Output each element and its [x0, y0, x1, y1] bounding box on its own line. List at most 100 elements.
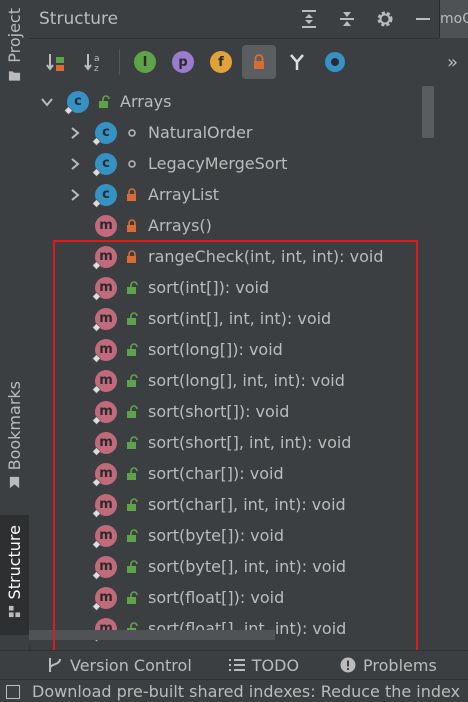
chevron-right-icon[interactable] [67, 125, 83, 141]
editor-tab-text: moO [440, 11, 468, 27]
show-anonymous-button[interactable] [318, 45, 352, 79]
method-icon: m [92, 431, 117, 456]
show-non-public-button[interactable] [242, 45, 276, 79]
tree-node-label: LegacyMergeSort [148, 154, 288, 173]
tree-row[interactable]: c LegacyMergeSort [67, 148, 287, 179]
show-lambdas-button[interactable] [280, 45, 314, 79]
tree-row[interactable]: m Arrays() [67, 210, 212, 241]
status-square-icon[interactable] [6, 684, 20, 699]
collapse-all-button[interactable] [331, 3, 363, 35]
tree-row[interactable]: m sort(char[]): void [67, 458, 284, 489]
method-icon: m [92, 400, 117, 425]
toolbar-separator [119, 49, 120, 75]
tree-root-row[interactable]: c Arrays [39, 86, 171, 117]
static-marker-icon [92, 539, 101, 549]
chevron-down-icon[interactable] [39, 94, 55, 110]
static-marker-icon [92, 446, 101, 456]
tree-row[interactable]: m rangeCheck(int, int, int): void [67, 241, 383, 272]
version-control-tab[interactable]: Version Control [46, 656, 192, 675]
tree-row[interactable]: m sort(char[], int, int): void [67, 489, 346, 520]
tree-node-label: sort(int[], int, int): void [148, 309, 332, 328]
expand-all-button[interactable] [293, 3, 325, 35]
structure-tab-label: Structure [5, 525, 24, 600]
static-marker-icon [92, 601, 101, 611]
settings-button[interactable] [369, 3, 401, 35]
tree-row[interactable]: m sort(float[]): void [67, 582, 284, 613]
todo-tab[interactable]: TODO [228, 656, 299, 675]
class-icon: c [92, 183, 117, 208]
tree-row[interactable]: c ArrayList [67, 179, 219, 210]
public-unlock-icon [125, 466, 139, 482]
todo-label: TODO [251, 655, 300, 675]
svg-text:a: a [94, 54, 100, 64]
tree-row[interactable]: m sort(long[]): void [67, 334, 283, 365]
tree-row[interactable]: m sort(byte[], int, int): void [67, 551, 346, 582]
info-circle-icon [339, 656, 357, 674]
tree-node-label: sort(char[]): void [148, 464, 284, 483]
static-marker-icon [92, 322, 101, 332]
tree-row[interactable]: m sort(int[], int, int): void [67, 303, 331, 334]
tree-row[interactable]: m sort(long[], int, int): void [67, 365, 345, 396]
static-marker-icon [92, 198, 101, 208]
package-private-icon [125, 125, 139, 141]
chevron-right-icon[interactable] [67, 187, 83, 203]
more-actions-icon[interactable]: » [447, 52, 458, 73]
tree-node-label: rangeCheck(int, int, int): void [148, 247, 384, 266]
method-icon: m [92, 462, 117, 487]
public-unlock-icon [125, 404, 139, 420]
tree-node-label: sort(char[], int, int): void [148, 495, 346, 514]
private-lock-icon [125, 187, 139, 203]
status-message[interactable]: Download pre-built shared indexes: Reduc… [32, 682, 460, 701]
structure-tree: c Arrays c NaturalOrder c LegacyMergeSort c Arr… [29, 86, 439, 646]
collapse-all-icon [340, 12, 354, 26]
panel-title: Structure [39, 9, 119, 29]
show-properties-button[interactable]: p [166, 45, 200, 79]
structure-tool-tab[interactable]: Structure [0, 515, 29, 635]
static-marker-icon [92, 291, 101, 301]
public-unlock-icon [125, 497, 139, 513]
project-tool-tab[interactable]: Project [0, 0, 29, 96]
static-marker-icon [92, 477, 101, 487]
class-icon: c [92, 121, 117, 146]
problems-tab[interactable]: Problems [339, 656, 437, 675]
project-tab-label: Project [5, 8, 24, 63]
list-icon [228, 656, 246, 674]
method-icon: m [92, 276, 117, 301]
show-inherited-icon: I [134, 51, 156, 73]
expand-all-icon [302, 10, 316, 28]
bookmark-icon [9, 477, 20, 489]
tree-row[interactable]: c NaturalOrder [67, 117, 252, 148]
vertical-scrollbar[interactable] [422, 86, 434, 138]
branch-icon [46, 656, 64, 674]
fork-icon [290, 54, 304, 70]
sort-by-visibility-button[interactable] [39, 45, 73, 79]
public-unlock-icon [125, 435, 139, 451]
method-icon: m [92, 555, 117, 580]
hide-panel-button[interactable] [407, 3, 439, 35]
method-icon: m [92, 493, 117, 518]
public-unlock-icon [125, 311, 139, 327]
bookmarks-tab-label: Bookmarks [5, 381, 24, 471]
tree-node-label: Arrays [120, 92, 172, 111]
static-marker-icon [92, 353, 101, 363]
folder-icon [8, 71, 21, 81]
tree-node-label: sort(byte[], int, int): void [148, 557, 347, 576]
tree-row[interactable]: m sort(byte[]): void [67, 520, 284, 551]
tree-row[interactable]: m sort(short[]): void [67, 396, 289, 427]
tree-row[interactable]: m sort(int[]): void [67, 272, 269, 303]
chevron-right-icon[interactable] [67, 156, 83, 172]
show-fields-button[interactable]: f [204, 45, 238, 79]
anonymous-class-icon [325, 52, 345, 72]
sort-alphabetically-button[interactable]: a z [77, 45, 111, 79]
method-icon: m [92, 369, 117, 394]
public-unlock-icon [125, 280, 139, 296]
private-lock-icon [125, 249, 139, 265]
editor-tab-stub[interactable]: moO [439, 0, 468, 38]
bookmarks-tool-tab[interactable]: Bookmarks [0, 375, 29, 505]
show-inherited-button[interactable]: I [128, 45, 162, 79]
gear-icon [377, 11, 393, 27]
horizontal-scrollbar[interactable] [29, 630, 275, 640]
tree-row[interactable]: m sort(short[], int, int): void [67, 427, 351, 458]
static-marker-icon [64, 105, 73, 115]
tree-node-label: Arrays() [148, 216, 212, 235]
